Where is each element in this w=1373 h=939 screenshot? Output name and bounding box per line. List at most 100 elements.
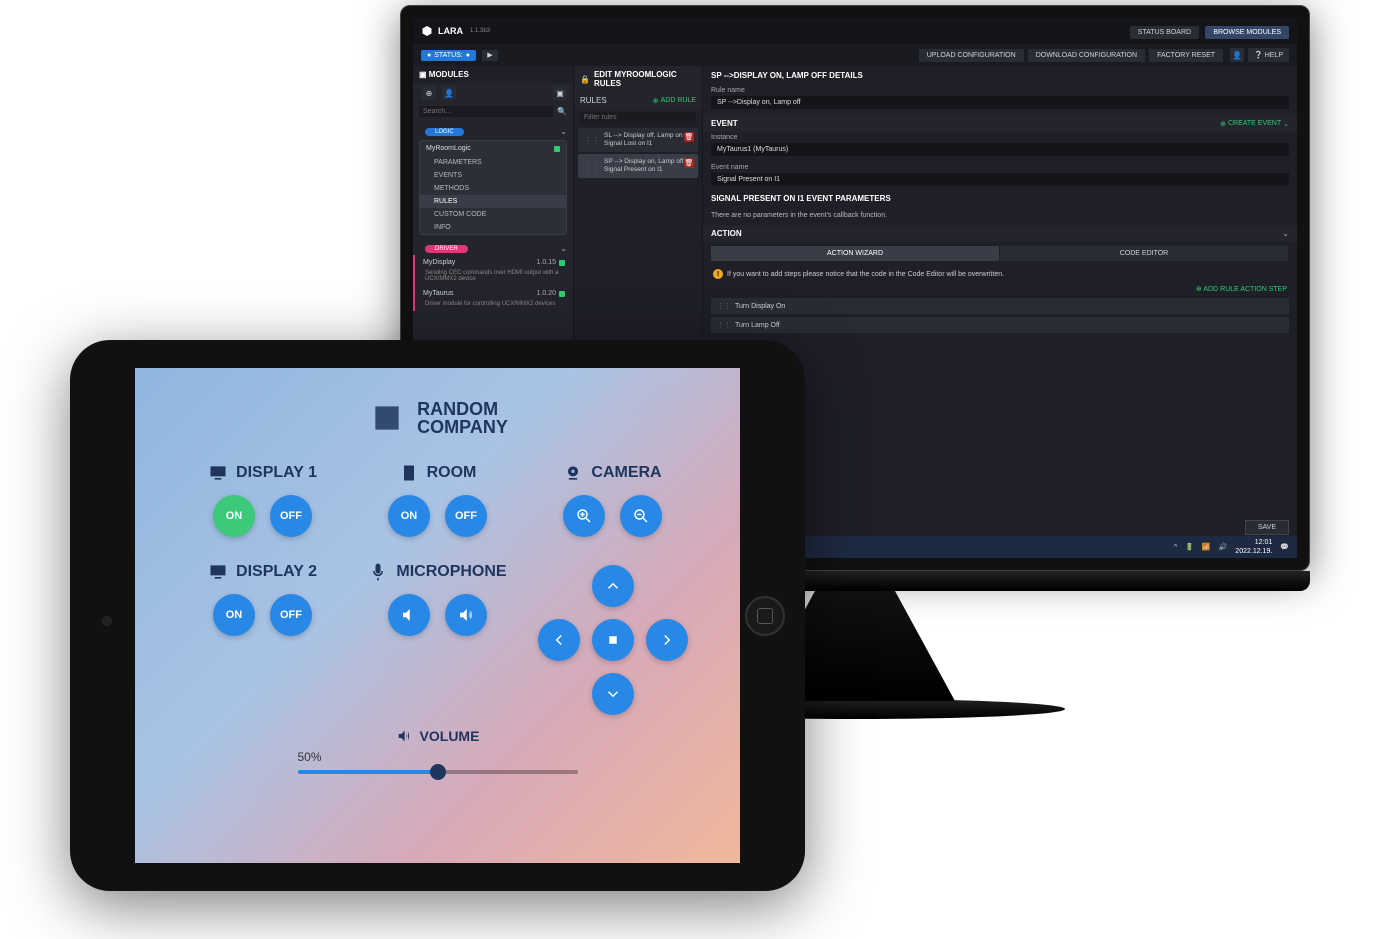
save-button[interactable]: SAVE — [1245, 520, 1289, 535]
tray-battery-icon[interactable]: 🔋 — [1185, 543, 1194, 551]
eventname-label: Event name — [703, 162, 1297, 171]
driver-category[interactable]: DRIVER — [425, 245, 468, 253]
camera-dpad — [535, 562, 691, 718]
controls-grid: DISPLAY 1 ON OFF DISPLAY 2 ON OFF ROOM — [165, 463, 710, 718]
grip-icon[interactable]: ⋮⋮ — [717, 321, 731, 329]
room-on-button[interactable]: ON — [388, 495, 430, 537]
driver-mytaurus[interactable]: MyTaurus1.0.20 Driver module for control… — [413, 286, 573, 311]
module-sub-events[interactable]: EVENTS — [420, 169, 566, 182]
chevron-down-icon[interactable]: ⌄ — [560, 127, 567, 136]
help-button[interactable]: ❔ HELP — [1248, 48, 1289, 62]
module-sub-methods[interactable]: METHODS — [420, 182, 566, 195]
rule-name-input[interactable]: SP -->Display on, Lamp off — [711, 96, 1289, 109]
logic-module-card: MyRoomLogic PARAMETERS EVENTS METHODS RU… — [419, 140, 567, 235]
logic-category[interactable]: LOGIC — [425, 128, 464, 136]
camera-down-button[interactable] — [592, 673, 634, 715]
play-button[interactable]: ▶ — [482, 50, 497, 61]
module-myroomlogic[interactable]: MyRoomLogic — [420, 141, 566, 156]
camera-zoom-in-button[interactable] — [563, 495, 605, 537]
add-action-step-button[interactable]: ⊕ ADD RULE ACTION STEP — [703, 283, 1297, 295]
camera-zoom-out-button[interactable] — [620, 495, 662, 537]
camera-up-button[interactable] — [592, 565, 634, 607]
status-board-button[interactable]: STATUS BOARD — [1130, 26, 1199, 39]
display1-on-button[interactable]: ON — [213, 495, 255, 537]
camera-right-button[interactable] — [646, 619, 688, 661]
app-logo: LARA 1.1.3b3 — [421, 25, 490, 37]
tray-notifications-icon[interactable]: 💬 — [1280, 543, 1289, 551]
eventname-select[interactable]: Signal Present on I1 — [711, 173, 1289, 186]
upload-config-button[interactable]: UPLOAD CONFIGURATION — [919, 49, 1024, 62]
grip-icon[interactable]: ⋮⋮ — [717, 302, 731, 310]
factory-reset-button[interactable]: FACTORY RESET — [1149, 49, 1223, 62]
tab-code-editor[interactable]: CODE EDITOR — [1000, 246, 1289, 261]
driver-mydisplay[interactable]: MyDisplay1.0.15 Sending CEC commands ove… — [413, 255, 573, 286]
webcam-icon — [563, 463, 583, 483]
rule-item-sl[interactable]: ⋮⋮ SL --> Display off, Lamp on Signal Lo… — [578, 128, 698, 152]
home-button[interactable] — [745, 596, 785, 636]
add-rule-button[interactable]: ⊕ ADD RULE — [653, 97, 696, 105]
action-section-head: ACTION — [711, 229, 742, 238]
room-title: ROOM — [399, 463, 477, 483]
user-module-button[interactable]: 👤 — [442, 86, 456, 100]
action-item[interactable]: ⋮⋮Turn Lamp Off — [711, 317, 1289, 333]
event-params-note: There are no parameters in the event's c… — [703, 208, 1297, 223]
tray-volume-icon[interactable]: 🔊 — [1219, 543, 1228, 551]
camera-left-button[interactable] — [538, 619, 580, 661]
camera-title: CAMERA — [563, 463, 661, 483]
chevron-left-icon — [550, 631, 568, 649]
tray-wifi-icon[interactable]: 📶 — [1202, 543, 1211, 551]
module-sub-parameters[interactable]: PARAMETERS — [420, 156, 566, 169]
tray-time[interactable]: 12:012022.12.19. — [1235, 538, 1272, 556]
monitor-icon — [208, 463, 228, 483]
room-off-button[interactable]: OFF — [445, 495, 487, 537]
mic-unmute-button[interactable] — [445, 594, 487, 636]
display1-off-button[interactable]: OFF — [270, 495, 312, 537]
grip-icon[interactable]: ⋮⋮ — [584, 162, 600, 171]
volume-control: VOLUME 50% — [298, 728, 578, 778]
zoom-out-icon — [632, 507, 650, 525]
volume-percent: 50% — [298, 750, 578, 764]
slider-thumb[interactable] — [430, 764, 446, 780]
delete-rule-button[interactable]: 🗑 — [684, 132, 694, 142]
rules-section-label: RULES — [580, 96, 607, 105]
status-button[interactable]: ● STATUS: ● — [421, 50, 476, 61]
tray-chevron-icon[interactable]: ^ — [1174, 544, 1177, 551]
instance-select[interactable]: MyTaurus1 (MyTaurus) — [711, 143, 1289, 156]
module-sub-rules[interactable]: RULES — [420, 195, 566, 208]
download-config-button[interactable]: DOWNLOAD CONFIGURATION — [1028, 49, 1145, 62]
action-item[interactable]: ⋮⋮Turn Display On — [711, 298, 1289, 314]
browse-modules-button[interactable]: BROWSE MODULES — [1205, 26, 1289, 39]
volume-high-icon — [457, 606, 475, 624]
tab-action-wizard[interactable]: ACTION WIZARD — [711, 246, 1000, 261]
app-header: LARA 1.1.3b3 STATUS BOARD BROWSE MODULES — [413, 18, 1297, 44]
status-dot-icon — [559, 260, 565, 266]
module-sub-info[interactable]: INFO — [420, 221, 566, 234]
tablet: RANDOMCOMPANY DISPLAY 1 ON OFF DISPLAY 2… — [70, 340, 805, 891]
new-module-button[interactable]: ⊕ — [422, 86, 436, 100]
user-icon[interactable]: 👤 — [1230, 48, 1244, 62]
create-event-button[interactable]: ⊕ CREATE EVENT ⌄ — [1220, 120, 1289, 128]
rules-head: 🔒 EDIT MYROOMLOGIC RULES — [574, 66, 702, 92]
display2-off-button[interactable]: OFF — [270, 594, 312, 636]
zoom-in-icon — [575, 507, 593, 525]
status-dot-icon — [559, 291, 565, 297]
delete-rule-button[interactable]: 🗑 — [684, 158, 694, 168]
rule-item-sp[interactable]: ⋮⋮ SP --> Display on, Lamp off Signal Pr… — [578, 154, 698, 178]
volume-slider[interactable] — [298, 766, 578, 778]
display1-title: DISPLAY 1 — [208, 463, 317, 483]
module-sub-customcode[interactable]: CUSTOM CODE — [420, 208, 566, 221]
mic-mute-button[interactable] — [388, 594, 430, 636]
grip-icon[interactable]: ⋮⋮ — [584, 136, 600, 145]
instance-label: Instance — [703, 132, 1297, 141]
display2-on-button[interactable]: ON — [213, 594, 255, 636]
camera-stop-button[interactable] — [592, 619, 634, 661]
collapse-button[interactable]: ▣ — [553, 86, 567, 100]
chevron-down-icon[interactable]: ⌄ — [560, 244, 567, 253]
status-row: ● STATUS: ● ▶ UPLOAD CONFIGURATION DOWNL… — [413, 44, 1297, 66]
stop-icon — [604, 631, 622, 649]
filter-rules-input[interactable] — [580, 112, 696, 123]
chevron-down-icon[interactable]: ⌄ — [1282, 229, 1289, 238]
tablet-bezel: RANDOMCOMPANY DISPLAY 1 ON OFF DISPLAY 2… — [70, 340, 805, 891]
search-icon[interactable]: 🔍 — [557, 107, 567, 116]
module-search-input[interactable] — [419, 106, 553, 117]
